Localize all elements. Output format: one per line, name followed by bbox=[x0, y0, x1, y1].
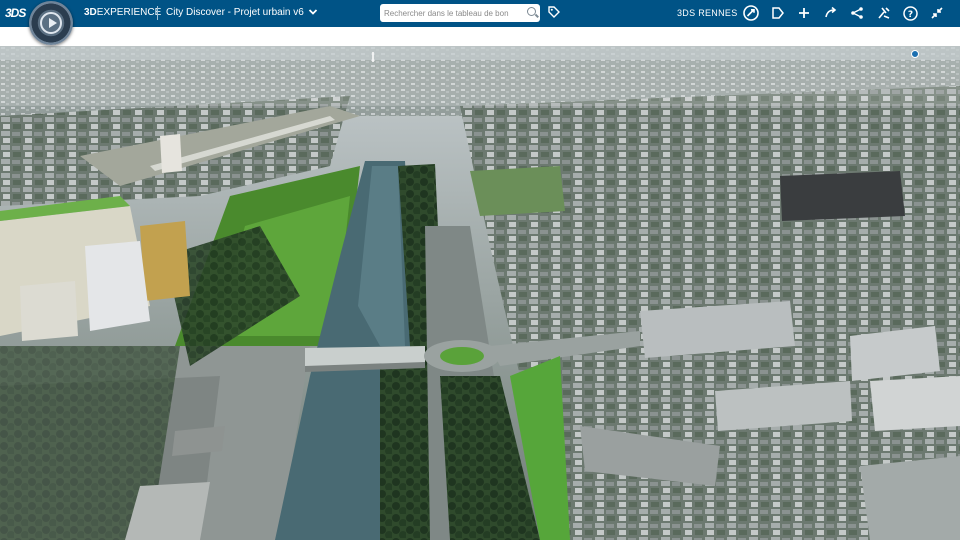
collapse-icon[interactable] bbox=[928, 4, 946, 22]
3d-city-view[interactable] bbox=[0, 46, 960, 540]
help-icon[interactable]: ? bbox=[902, 4, 920, 22]
top-bar: 3DS 3DEXPERIENCE City Discover - Projet … bbox=[0, 0, 960, 27]
play-icon bbox=[40, 12, 62, 34]
app-title[interactable]: City Discover - Projet urbain v6 bbox=[166, 7, 304, 18]
search-icon[interactable] bbox=[527, 7, 536, 16]
city-render bbox=[0, 46, 960, 540]
svg-text:?: ? bbox=[908, 10, 913, 20]
toolbar-strip bbox=[0, 27, 960, 46]
search-input[interactable] bbox=[384, 6, 516, 20]
title-separator bbox=[157, 6, 158, 20]
tag-icon[interactable] bbox=[548, 6, 560, 18]
network-icon[interactable] bbox=[848, 4, 866, 22]
add-icon[interactable] bbox=[795, 4, 813, 22]
platform-brand: 3DEXPERIENCE bbox=[84, 7, 162, 18]
chevron-down-icon[interactable] bbox=[308, 7, 318, 17]
search-box[interactable] bbox=[380, 4, 540, 22]
user-avatar-icon[interactable] bbox=[742, 4, 760, 22]
toolbar-icons: ? bbox=[742, 4, 955, 22]
3ds-logo: 3DS bbox=[5, 6, 26, 20]
tools-icon[interactable] bbox=[875, 4, 893, 22]
compass-button[interactable] bbox=[29, 1, 73, 45]
tenant-label[interactable]: 3DS RENNES bbox=[677, 8, 738, 18]
tag-outline-icon[interactable] bbox=[769, 4, 787, 22]
share-icon[interactable] bbox=[822, 4, 840, 22]
